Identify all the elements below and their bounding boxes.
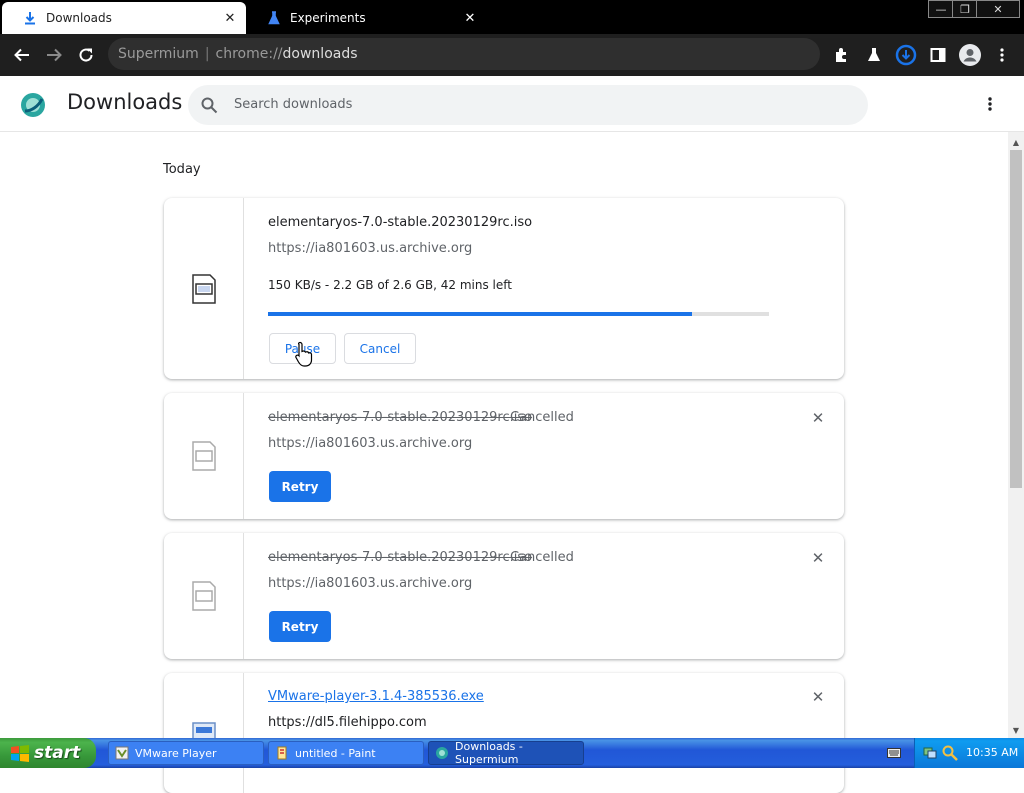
file-name[interactable]: elementaryos-7.0-stable.20230129rc.iso — [268, 215, 532, 230]
experiments-icon[interactable] — [860, 41, 888, 69]
site-name: Supermium — [118, 46, 199, 62]
status-label: Cancelled — [510, 550, 574, 565]
file-icon-column — [164, 533, 244, 659]
cancel-button[interactable]: Cancel — [344, 333, 416, 364]
file-icon-column — [164, 198, 244, 379]
close-tab-icon[interactable]: ✕ — [460, 8, 480, 28]
address-text: Supermium | chrome://downloads — [118, 46, 358, 62]
close-window-button[interactable]: ✕ — [976, 0, 1020, 18]
progress-bar — [268, 312, 769, 316]
search-bar[interactable]: Search downloads — [188, 85, 868, 125]
forward-icon[interactable] — [40, 41, 68, 69]
url-prefix: chrome:// — [215, 46, 283, 62]
hand-cursor-icon — [295, 341, 313, 367]
download-item: VMware-player-3.1.4-385536.exe https://d… — [164, 673, 844, 793]
downloads-header: Downloads Search downloads — [0, 76, 1024, 132]
tab-title: Downloads — [46, 11, 112, 25]
tab-title: Experiments — [290, 11, 366, 25]
supermium-icon — [435, 746, 449, 760]
source-url[interactable]: https://dl5.filehippo.com — [268, 715, 427, 730]
progress-text: 150 KB/s - 2.2 GB of 2.6 GB, 42 mins lef… — [268, 278, 512, 292]
download-icon — [22, 10, 38, 26]
tab-downloads[interactable]: Downloads ✕ — [2, 2, 246, 34]
tab-experiments[interactable]: Experiments ✕ — [246, 2, 486, 34]
taskbar-item-vmware[interactable]: VMware Player — [108, 741, 264, 765]
clock: 10:35 AM — [966, 746, 1019, 759]
scroll-down-icon[interactable]: ▼ — [1010, 724, 1022, 736]
extensions-icon[interactable] — [828, 41, 856, 69]
restore-button[interactable]: ❐ — [952, 0, 978, 18]
download-item: elementaryos-7.0-stable.20230129rc.iso C… — [164, 393, 844, 519]
keyboard-icon[interactable] — [887, 747, 901, 759]
more-options-icon[interactable] — [980, 94, 1000, 114]
download-item: elementaryos-7.0-stable.20230129rc.iso h… — [164, 198, 844, 379]
taskbar-item-label: VMware Player — [135, 746, 217, 760]
address-separator: | — [204, 46, 210, 62]
network-tray-icon[interactable] — [923, 745, 937, 759]
vmware-icon — [115, 746, 129, 760]
search-input[interactable]: Search downloads — [234, 97, 352, 112]
search-icon — [200, 96, 218, 118]
taskbar-item-paint[interactable]: untitled - Paint — [268, 741, 424, 765]
file-name: elementaryos-7.0-stable.20230129rc.iso — [268, 410, 533, 425]
scrollbar-thumb[interactable] — [1010, 150, 1022, 488]
retry-button[interactable]: Retry — [269, 471, 331, 502]
remove-item-icon[interactable]: ✕ — [810, 688, 826, 706]
windows-logo-icon — [11, 745, 29, 762]
file-name: elementaryos-7.0-stable.20230129rc.iso — [268, 550, 533, 565]
disc-image-file-icon — [192, 441, 216, 471]
progress-bar-fill — [268, 312, 692, 316]
file-icon-column — [164, 673, 244, 793]
profile-avatar-icon[interactable] — [956, 41, 984, 69]
back-icon[interactable] — [8, 41, 36, 69]
tab-strip: Downloads ✕ Experiments ✕ — ❐ ✕ — [0, 0, 1024, 34]
taskbar-item-label: untitled - Paint — [295, 746, 376, 760]
disc-image-file-icon — [192, 581, 216, 611]
close-tab-icon[interactable]: ✕ — [220, 8, 240, 28]
supermium-logo-icon — [19, 91, 47, 119]
date-heading: Today — [163, 162, 201, 177]
taskbar-item-label: Downloads - Supermium — [455, 740, 523, 766]
source-url: https://ia801603.us.archive.org — [268, 576, 473, 591]
source-url: https://ia801603.us.archive.org — [268, 436, 473, 451]
address-bar[interactable]: Supermium | chrome://downloads — [108, 38, 820, 70]
remove-item-icon[interactable]: ✕ — [810, 409, 826, 427]
paint-icon — [275, 746, 289, 760]
start-label: start — [34, 743, 81, 763]
source-url[interactable]: https://ia801603.us.archive.org — [268, 241, 472, 256]
start-button[interactable]: start — [0, 738, 96, 768]
page-title: Downloads — [67, 90, 183, 114]
file-icon-column — [164, 393, 244, 519]
minimize-button[interactable]: — — [928, 0, 954, 18]
taskbar-item-supermium[interactable]: Downloads - Supermium — [428, 740, 584, 766]
magnifier-tray-icon[interactable] — [942, 745, 958, 761]
flask-icon — [266, 10, 282, 26]
browser-menu-icon[interactable] — [988, 41, 1016, 69]
reload-icon[interactable] — [72, 41, 100, 69]
file-name-link[interactable]: VMware-player-3.1.4-385536.exe — [268, 689, 484, 704]
download-item: elementaryos-7.0-stable.20230129rc.iso C… — [164, 533, 844, 659]
side-panel-icon[interactable] — [924, 41, 952, 69]
disc-image-file-icon — [192, 274, 216, 304]
download-status-icon[interactable] — [892, 41, 920, 69]
remove-item-icon[interactable]: ✕ — [810, 549, 826, 567]
scroll-up-icon[interactable]: ▲ — [1010, 136, 1022, 148]
status-label: Cancelled — [510, 410, 574, 425]
url-page: downloads — [282, 46, 358, 62]
retry-button[interactable]: Retry — [269, 611, 331, 642]
